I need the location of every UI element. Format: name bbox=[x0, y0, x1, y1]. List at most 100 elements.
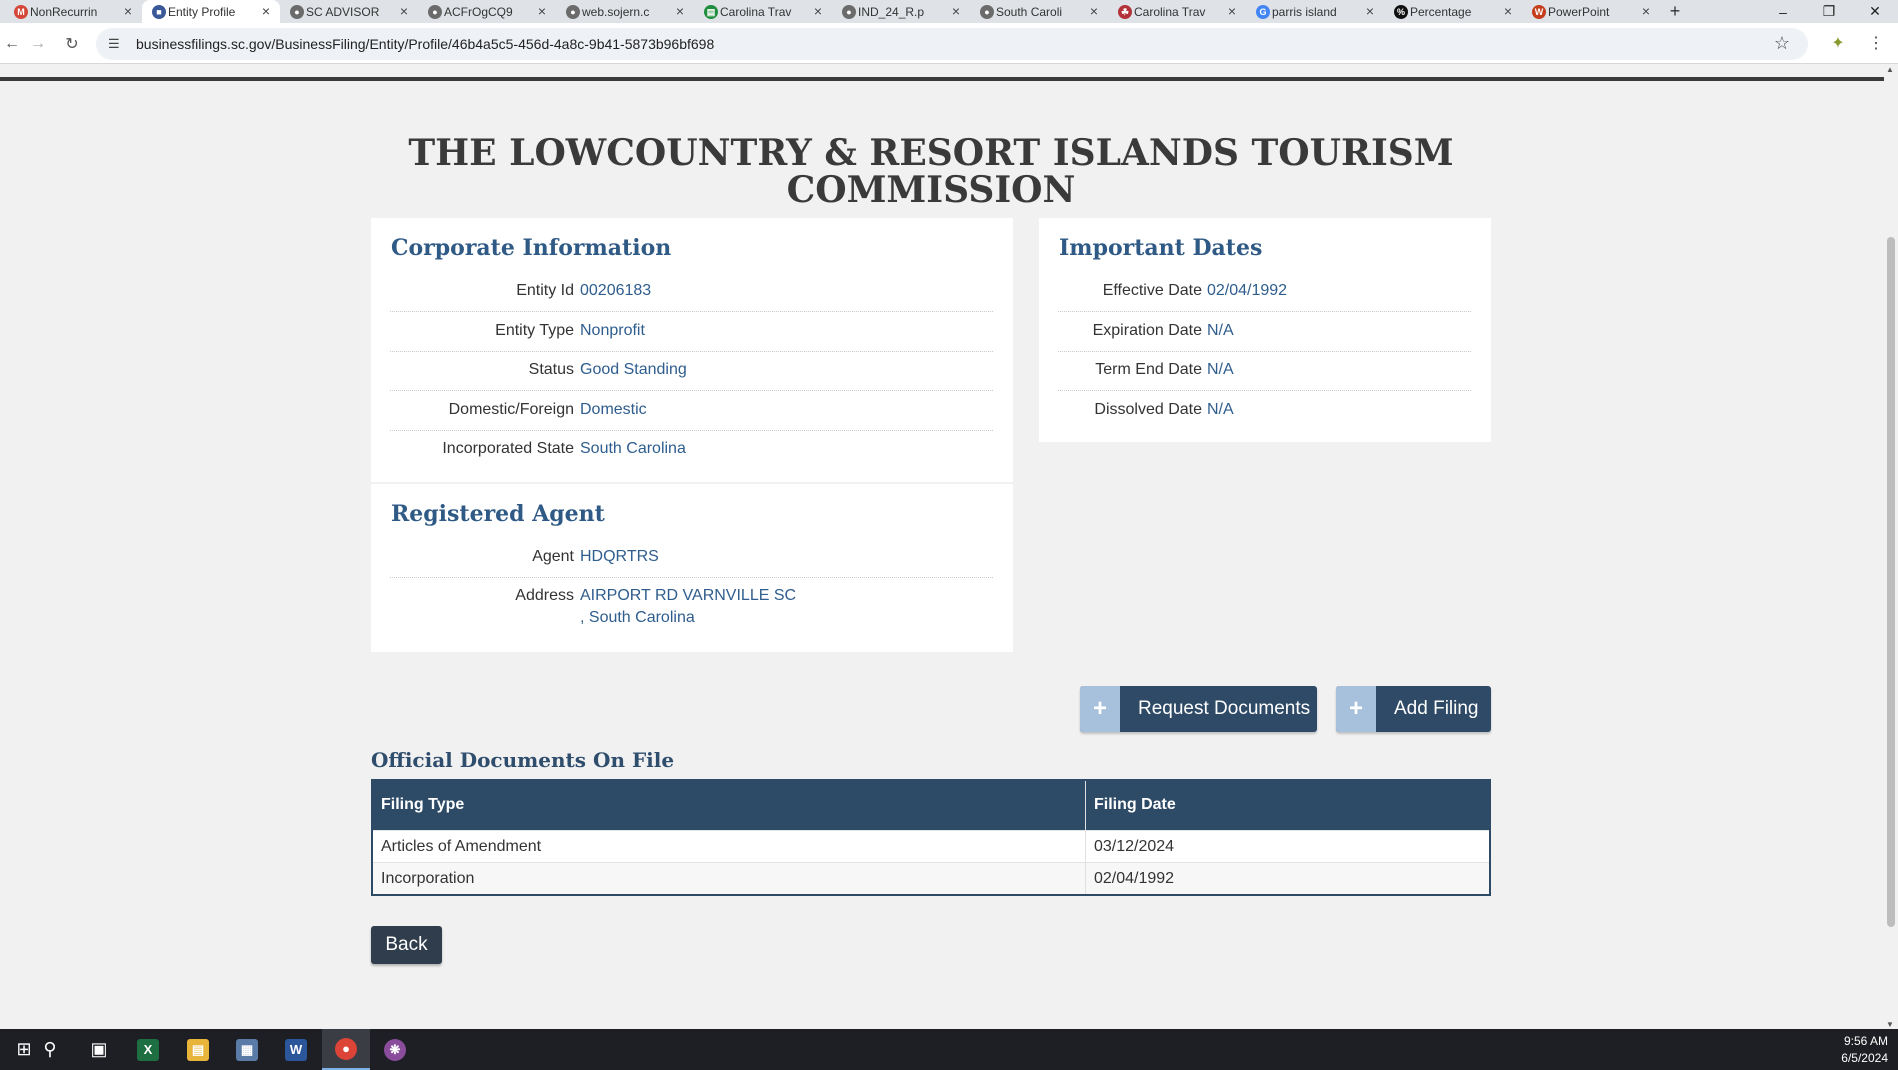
globe-icon: ● bbox=[566, 5, 580, 19]
column-header-filing-type[interactable]: Filing Type bbox=[373, 781, 1086, 830]
scrollbar-thumb[interactable] bbox=[1887, 237, 1895, 927]
close-tab-icon[interactable]: × bbox=[1504, 3, 1512, 19]
add-filing-button[interactable]: + Add Filing bbox=[1336, 686, 1491, 732]
restore-button[interactable]: ❐ bbox=[1806, 0, 1852, 23]
date-value: N/A bbox=[1207, 400, 1234, 418]
date-label: Effective Date bbox=[1102, 282, 1202, 299]
corporate-info-row: Status Good Standing bbox=[390, 352, 993, 391]
clock-time: 9:56 AM bbox=[1843, 1034, 1888, 1048]
browser-tab[interactable]: ☘ Carolina Trav × bbox=[1108, 0, 1246, 23]
windows-taskbar: ⊞ ⚲ ▣ X ▤ ▦ W ● ❋ 9:56 AM 6/5/2024 bbox=[0, 1029, 1898, 1070]
search-icon[interactable]: ⚲ bbox=[26, 1029, 74, 1070]
globe-icon: ● bbox=[980, 5, 994, 19]
task-view-icon[interactable]: ▣ bbox=[75, 1029, 123, 1070]
close-tab-icon[interactable]: × bbox=[538, 3, 546, 19]
close-tab-icon[interactable]: × bbox=[676, 3, 684, 19]
browser-tab[interactable]: ▤ Carolina Trav × bbox=[694, 0, 832, 23]
snipping-tool-icon[interactable]: ❋ bbox=[371, 1029, 419, 1070]
plus-icon: + bbox=[1080, 686, 1120, 732]
excel-icon[interactable]: X bbox=[124, 1029, 172, 1070]
address-bar: ← → ↻ ☰ businessfilings.sc.gov/BusinessF… bbox=[0, 23, 1898, 64]
calculator-icon[interactable]: ▦ bbox=[223, 1029, 271, 1070]
back-arrow-icon[interactable]: ← bbox=[0, 32, 24, 56]
powerpoint-icon: W bbox=[1532, 5, 1546, 19]
important-date-row: Effective Date 02/04/1992 bbox=[1058, 273, 1471, 312]
table-row[interactable]: Articles of Amendment 03/12/2024 bbox=[373, 830, 1489, 862]
address-line-2: , South Carolina bbox=[580, 609, 695, 626]
browser-tab[interactable]: Gparris island × bbox=[1246, 0, 1384, 23]
address-row: Address AIRPORT RD VARNVILLE SC , South … bbox=[390, 578, 993, 638]
address-line-1: AIRPORT RD VARNVILLE SC bbox=[580, 587, 797, 604]
bookmark-star-icon[interactable]: ☆ bbox=[1774, 33, 1790, 54]
browser-tab[interactable]: ● ACFrOgCQ9 × bbox=[418, 0, 556, 23]
important-dates-card: Important Dates Effective Date 02/04/1992… bbox=[1039, 218, 1491, 442]
close-tab-icon[interactable]: × bbox=[124, 3, 132, 19]
close-tab-icon[interactable]: × bbox=[1090, 3, 1098, 19]
table-row[interactable]: Incorporation 02/04/1992 bbox=[373, 862, 1489, 894]
field-label: Entity Id bbox=[516, 282, 574, 299]
page-scrollbar[interactable]: ▲ ▼ bbox=[1884, 65, 1898, 1029]
filing-type-cell: Articles of Amendment bbox=[373, 831, 1086, 862]
column-header-filing-date[interactable]: Filing Date bbox=[1086, 781, 1489, 830]
reload-icon[interactable]: ↻ bbox=[60, 32, 84, 56]
tab-title: Entity Profile bbox=[168, 4, 236, 19]
close-tab-icon[interactable]: × bbox=[1228, 3, 1236, 19]
browser-tab[interactable]: % Percentage × bbox=[1384, 0, 1522, 23]
system-clock[interactable]: 9:56 AM 6/5/2024 bbox=[1841, 1033, 1888, 1067]
close-tab-icon[interactable]: × bbox=[262, 3, 270, 19]
request-documents-button[interactable]: + Request Documents bbox=[1080, 686, 1317, 732]
important-date-row: Term End Date N/A bbox=[1058, 352, 1471, 391]
sheets-icon: ▤ bbox=[704, 5, 718, 19]
tab-title: Carolina Trav bbox=[1134, 4, 1206, 19]
browser-tab[interactable]: ● IND_24_R.p × bbox=[832, 0, 970, 23]
word-icon[interactable]: W bbox=[272, 1029, 320, 1070]
close-tab-icon[interactable]: × bbox=[814, 3, 822, 19]
url-field[interactable]: ☰ businessfilings.sc.gov/BusinessFiling/… bbox=[96, 28, 1808, 60]
field-label: Status bbox=[528, 361, 574, 378]
tab-title: web.sojern.c bbox=[582, 4, 650, 19]
site-settings-icon[interactable]: ☰ bbox=[108, 36, 120, 52]
chrome-icon[interactable]: ● bbox=[322, 1029, 370, 1070]
close-tab-icon[interactable]: × bbox=[1366, 3, 1374, 19]
agent-value: HDQRTRS bbox=[580, 548, 659, 565]
registered-agent-card: Registered Agent Agent HDQRTRS Address A… bbox=[371, 484, 1013, 652]
documents-heading: Official Documents On File bbox=[371, 748, 675, 772]
date-label: Expiration Date bbox=[1092, 321, 1202, 339]
tab-title: parris island bbox=[1272, 4, 1337, 19]
browser-tab[interactable]: ■ Entity Profile × bbox=[142, 0, 280, 23]
close-tab-icon[interactable]: × bbox=[952, 3, 960, 19]
page-icon: ■ bbox=[152, 5, 166, 19]
tab-title: NonRecurrin bbox=[30, 4, 98, 19]
forward-arrow-icon[interactable]: → bbox=[26, 32, 50, 56]
browser-tab[interactable]: ● web.sojern.c × bbox=[556, 0, 694, 23]
minimize-button[interactable]: – bbox=[1760, 0, 1806, 23]
page-viewport: THE LOWCOUNTRY & RESORT ISLANDS TOURISM … bbox=[0, 65, 1884, 1029]
back-button[interactable]: Back bbox=[371, 926, 442, 964]
url-text[interactable]: businessfilings.sc.gov/BusinessFiling/En… bbox=[136, 36, 714, 52]
close-window-button[interactable]: ✕ bbox=[1852, 0, 1898, 23]
scroll-up-icon[interactable]: ▲ bbox=[1886, 65, 1894, 74]
gmail-icon: M bbox=[14, 5, 28, 19]
extension-icon[interactable]: ✦ bbox=[1827, 33, 1849, 55]
request-documents-label: Request Documents bbox=[1138, 698, 1311, 719]
browser-menu-icon[interactable]: ⋮ bbox=[1868, 33, 1884, 53]
browser-tab[interactable]: W PowerPoint × bbox=[1522, 0, 1660, 23]
close-tab-icon[interactable]: × bbox=[1642, 3, 1650, 19]
new-tab-button[interactable]: + bbox=[1660, 0, 1690, 23]
tab-title: Percentage bbox=[1410, 4, 1472, 19]
field-label: Incorporated State bbox=[442, 440, 574, 457]
date-label: Term End Date bbox=[1095, 361, 1202, 378]
close-tab-icon[interactable]: × bbox=[400, 3, 408, 19]
plus-icon: + bbox=[1336, 686, 1376, 732]
date-value: 02/04/1992 bbox=[1207, 282, 1288, 299]
browser-tab[interactable]: ● SC ADVISOR × bbox=[280, 0, 418, 23]
browser-tab[interactable]: ● South Caroli × bbox=[970, 0, 1108, 23]
add-filing-label: Add Filing bbox=[1394, 698, 1479, 719]
browser-tab[interactable]: M NonRecurrin × bbox=[4, 0, 142, 23]
scroll-down-icon[interactable]: ▼ bbox=[1886, 1020, 1894, 1029]
agent-row: Agent HDQRTRS bbox=[390, 539, 993, 578]
tab-title: SC ADVISOR bbox=[306, 4, 380, 19]
file-explorer-icon[interactable]: ▤ bbox=[174, 1029, 222, 1070]
corporate-info-row: Entity Id 00206183 bbox=[390, 273, 993, 312]
field-value: 00206183 bbox=[580, 282, 652, 299]
